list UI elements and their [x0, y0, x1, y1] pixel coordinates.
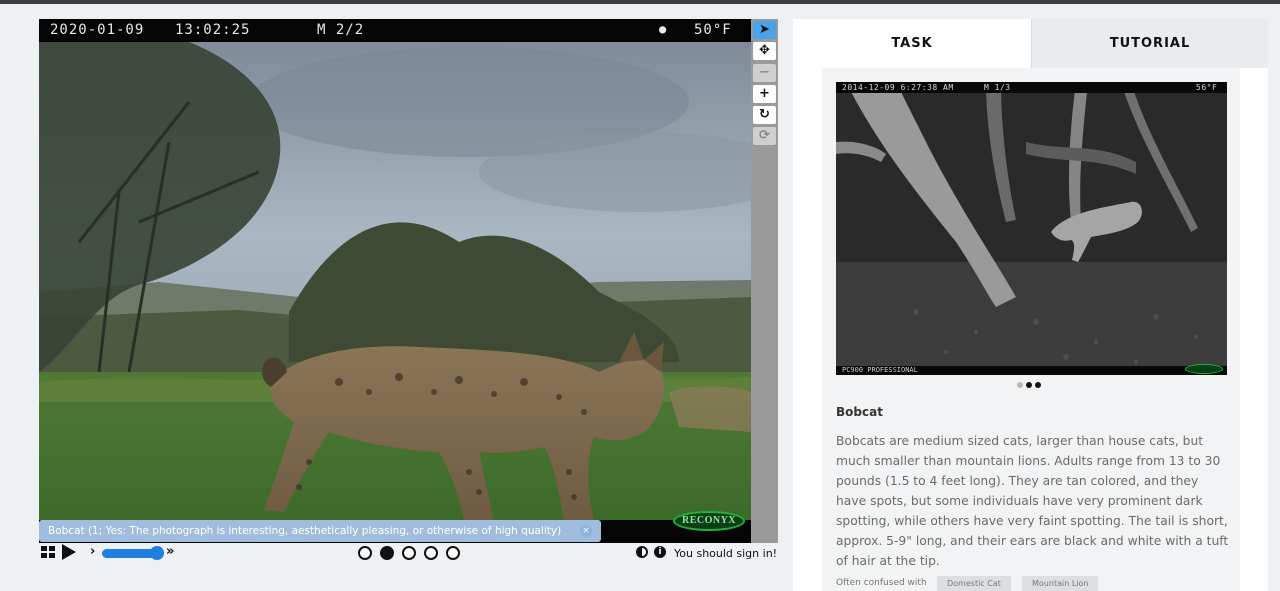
rotate-tool[interactable]: ↻: [753, 106, 776, 124]
reference-image: 2014-12-09 6:27:38 AM M 1/3 56°F PC900 P…: [836, 82, 1227, 375]
reference-dot-3[interactable]: [1035, 382, 1041, 388]
reference-model: PC900 PROFESSIONAL: [836, 366, 1227, 375]
confused-with-label: Often confused with: [836, 578, 927, 588]
moon-icon: ●: [659, 22, 668, 36]
tab-task[interactable]: TASK: [793, 19, 1031, 68]
reference-date: 2014-12-09 6:27:38 AM: [842, 83, 954, 92]
camera-sequence: M 2/2: [317, 22, 365, 38]
reference-brand-logo: [1185, 364, 1223, 374]
confused-with-chip[interactable]: Domestic Cat: [937, 576, 1011, 591]
speed-slider-handle[interactable]: [150, 546, 164, 560]
reset-tool[interactable]: ⟳: [753, 127, 776, 145]
speed-faster-icon[interactable]: »: [166, 544, 174, 559]
speed-slower-icon[interactable]: ›: [90, 544, 95, 559]
pointer-tool[interactable]: ➤: [753, 21, 776, 39]
reference-dot-1[interactable]: [1017, 382, 1023, 388]
reference-dot-2[interactable]: [1026, 382, 1032, 388]
move-tool[interactable]: ✥: [753, 42, 776, 60]
camera-info-strip: 2020-01-09 13:02:25 M 2/2 ● 50°F: [39, 19, 751, 42]
field-guide-card: 2014-12-09 6:27:38 AM M 1/3 56°F PC900 P…: [822, 68, 1240, 591]
zoom-in-tool[interactable]: +: [753, 85, 776, 103]
confused-with-chip[interactable]: Mountain Lion: [1022, 576, 1099, 591]
reference-sequence: M 1/3: [984, 83, 1011, 92]
image-toolbar: ➤ ✥ − + ↻ ⟳: [751, 19, 778, 543]
task-panel: TASK TUTORIAL 2014-12-09 6:27:38 AM M 1/…: [793, 19, 1268, 591]
contrast-icon[interactable]: [636, 546, 648, 558]
reference-temperature: 56°F: [1196, 83, 1218, 92]
camera-time: 13:02:25: [175, 22, 251, 38]
caption-text: Bobcat (1; Yes: The photograph is intere…: [48, 525, 562, 537]
camera-temperature: 50°F: [694, 22, 732, 38]
camera-date: 2020-01-09: [50, 22, 145, 38]
frame-dot-5[interactable]: [446, 546, 460, 560]
grid-view-icon[interactable]: [41, 546, 55, 559]
frame-dot-2[interactable]: [380, 546, 394, 560]
play-icon[interactable]: [62, 544, 76, 560]
sign-in-message: You should sign in!: [674, 547, 778, 560]
caption-close-icon[interactable]: ×: [580, 525, 592, 537]
subject-viewer[interactable]: 2020-01-09 13:02:25 M 2/2 ● 50°F RECONYX: [39, 19, 751, 543]
reference-info-strip: 2014-12-09 6:27:38 AM M 1/3 56°F: [836, 82, 1227, 93]
subject-image[interactable]: [39, 42, 751, 520]
frame-dot-1[interactable]: [358, 546, 372, 560]
panel-tabs: TASK TUTORIAL: [793, 19, 1268, 68]
species-title: Bobcat: [836, 405, 883, 419]
top-bar: [0, 0, 1280, 4]
subject-caption: Bobcat (1; Yes: The photograph is intere…: [39, 520, 601, 542]
frame-dot-3[interactable]: [402, 546, 416, 560]
zoom-out-tool[interactable]: −: [753, 64, 776, 82]
info-icon[interactable]: i: [654, 546, 666, 558]
tab-tutorial[interactable]: TUTORIAL: [1031, 19, 1268, 68]
playback-controls: › » i You should sign in!: [39, 543, 778, 565]
frame-dot-4[interactable]: [424, 546, 438, 560]
brand-logo: RECONYX: [673, 511, 745, 531]
species-description: Bobcats are medium sized cats, larger th…: [836, 434, 1229, 568]
